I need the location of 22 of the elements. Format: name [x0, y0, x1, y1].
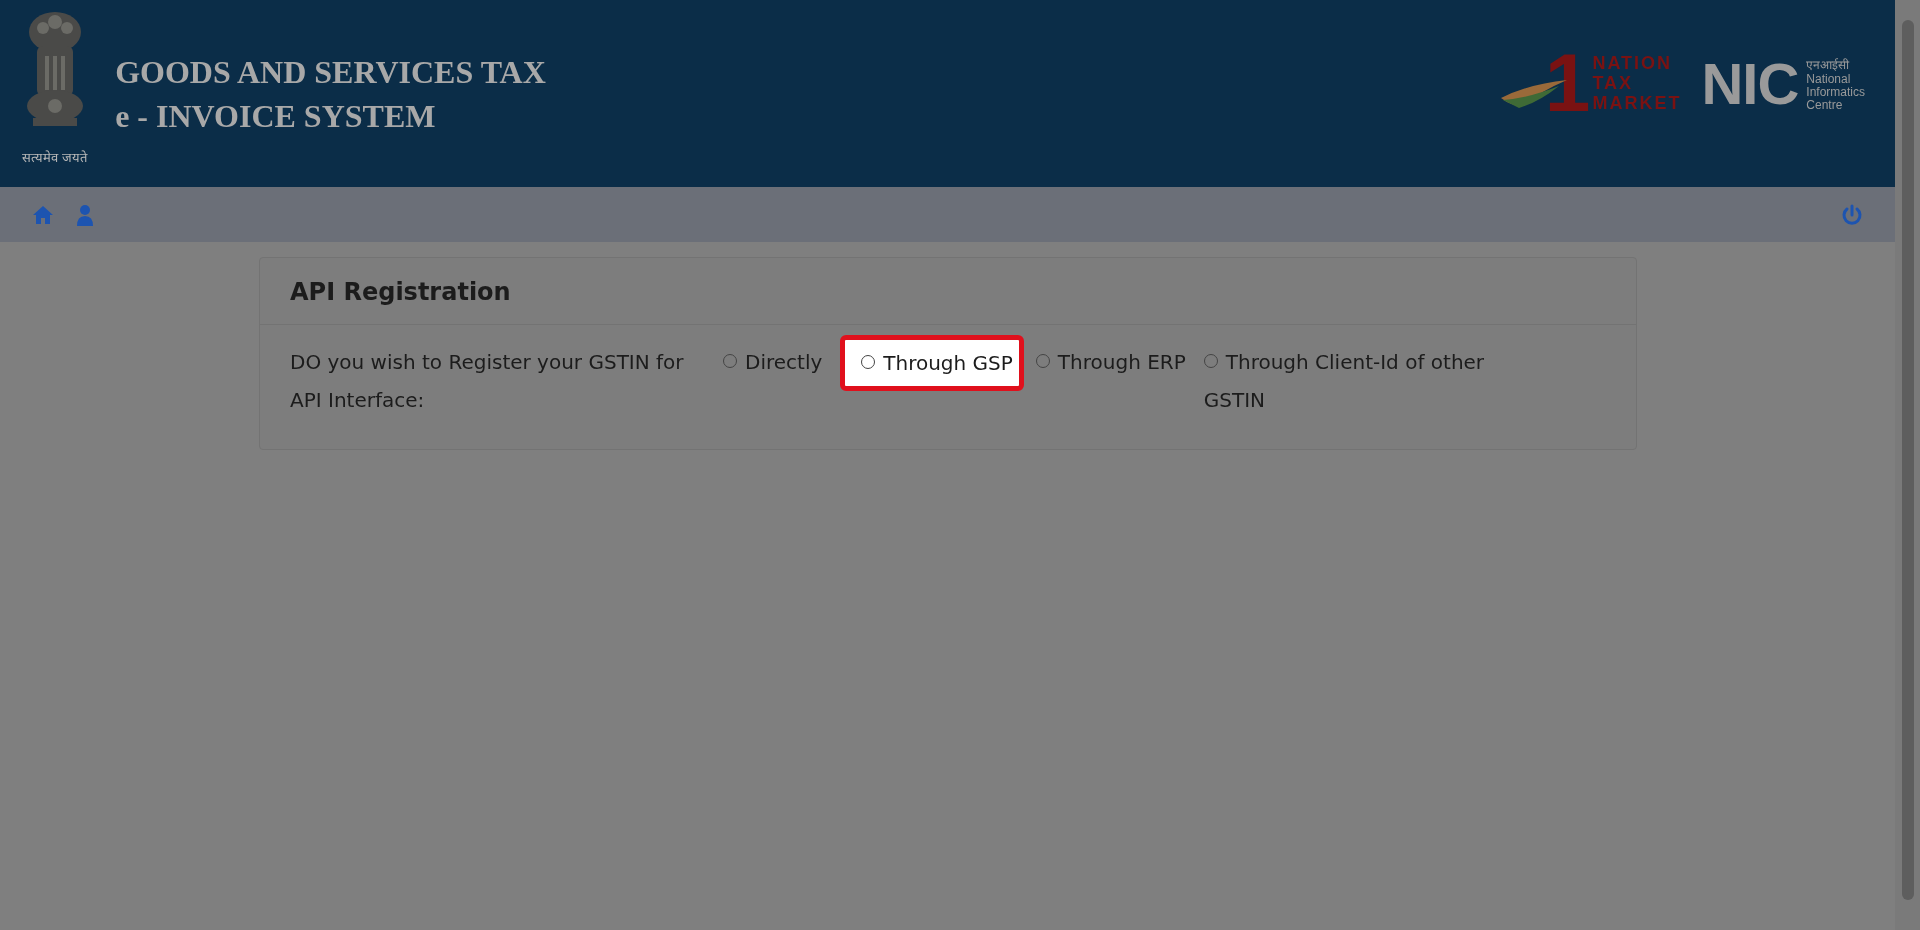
home-icon[interactable]	[32, 204, 54, 225]
radio-option[interactable]: Through GSP	[840, 335, 1024, 391]
card-title: API Registration	[290, 278, 512, 306]
scrollbar[interactable]	[1895, 0, 1920, 930]
emblem-motto: सत्यमेव जयते	[22, 149, 88, 166]
radio-option[interactable]: Directly	[723, 343, 823, 381]
logo-numeral: 1	[1544, 50, 1591, 116]
logo-mark: NIC	[1701, 50, 1799, 117]
logo-text: National	[1806, 72, 1852, 86]
question-label: DO you wish to Register your GSTIN for API Interface:	[290, 349, 685, 414]
power-icon[interactable]	[1841, 203, 1863, 226]
logo-text: Informatics	[1806, 85, 1865, 99]
user-icon[interactable]	[76, 203, 94, 226]
site-title: e - INVOICE SYSTEM	[115, 97, 437, 136]
logo-text: TAX	[1592, 73, 1635, 93]
logo-text: MARKET	[1592, 93, 1682, 113]
radio-option[interactable]: Through Client-Id of other GSTIN	[1203, 343, 1504, 419]
site-title: GOODS AND SERVICES TAX	[115, 53, 546, 92]
radio-option[interactable]: Through ERP	[1035, 343, 1186, 381]
logo-text: NATION	[1592, 53, 1674, 73]
logo-text: Centre	[1806, 98, 1844, 112]
logo-text: एनआईसी	[1806, 56, 1851, 73]
